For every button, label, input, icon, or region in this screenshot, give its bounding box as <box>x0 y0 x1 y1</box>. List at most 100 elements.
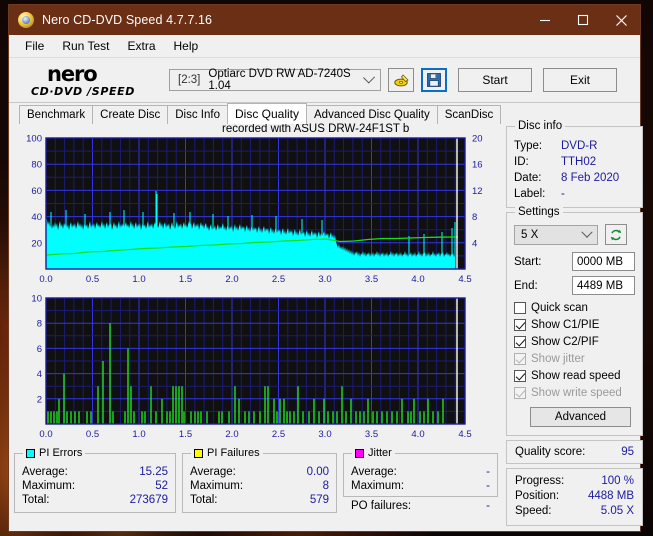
disc-label-value: - <box>561 188 565 200</box>
pi-errors-chart-svg: 100 80 60 40 20 20 16 12 8 4 0.0 0.5 1.0… <box>26 134 483 286</box>
nero-logo: nero CD·DVD ∕SPEED <box>9 61 169 98</box>
pi-errors-maximum-row: Maximum: 52 <box>22 479 168 493</box>
menu-file[interactable]: File <box>16 36 53 56</box>
pi-errors-average-label: Average: <box>22 466 68 478</box>
menu-run-test[interactable]: Run Test <box>53 36 118 56</box>
svg-text:10: 10 <box>31 294 42 305</box>
svg-text:12: 12 <box>472 186 483 197</box>
svg-text:8: 8 <box>472 212 477 223</box>
pif-y-axis-labels: 10 8 6 4 2 <box>31 294 42 406</box>
tab-scandisc[interactable]: ScanDisc <box>436 105 502 124</box>
pi-errors-total-row: Total: 273679 <box>22 493 168 507</box>
show-c1-pie-label: Show C1/PIE <box>531 319 600 331</box>
tab-disc-quality[interactable]: Disc Quality <box>227 103 308 124</box>
disc-date-label: Date: <box>514 172 542 184</box>
disc-type-label: Type: <box>514 140 543 152</box>
floppy-save-icon <box>427 73 441 87</box>
pi-failures-maximum-row: Maximum: 8 <box>190 479 329 493</box>
show-jitter-checkbox <box>514 353 526 365</box>
pi-failures-color-swatch <box>194 448 203 458</box>
show-c1-pie-checkbox[interactable] <box>514 319 526 331</box>
show-c2-pif-checkbox[interactable] <box>514 336 526 348</box>
close-icon[interactable] <box>602 5 640 35</box>
show-read-speed-checkbox[interactable] <box>514 370 526 382</box>
svg-text:0.0: 0.0 <box>39 429 52 440</box>
disc-info-title: Disc info <box>515 120 566 132</box>
jitter-average-value: - <box>486 466 490 478</box>
disc-id-row: ID: TTH02 <box>514 154 636 170</box>
svg-text:4.0: 4.0 <box>411 429 424 440</box>
svg-text:4: 4 <box>472 238 477 249</box>
svg-text:2.5: 2.5 <box>272 274 285 285</box>
disc-type-row: Type: DVD-R <box>514 138 636 154</box>
drive-index-label: [2:3] <box>178 74 201 86</box>
svg-text:2.5: 2.5 <box>272 429 285 440</box>
settings-panel: Settings 5 X Start: 0000 MB End: 4489 MB… <box>506 206 643 436</box>
refresh-button[interactable] <box>605 224 627 245</box>
settings-title: Settings <box>515 206 563 218</box>
right-y-axis-labels: 20 16 12 8 4 <box>472 134 483 250</box>
show-read-speed-checkbox-row[interactable]: Show read speed <box>514 368 635 384</box>
show-c1-pie-checkbox-row[interactable]: Show C1/PIE <box>514 317 635 333</box>
menu-extra[interactable]: Extra <box>118 36 164 56</box>
refresh-arrows-icon <box>610 229 622 240</box>
advanced-button[interactable]: Advanced <box>530 407 631 427</box>
show-write-speed-label: Show write speed <box>531 387 622 399</box>
svg-text:1.0: 1.0 <box>132 429 145 440</box>
pi-errors-average-row: Average: 15.25 <box>22 465 168 479</box>
po-failures-label: PO failures: <box>351 500 412 512</box>
pi-errors-color-swatch <box>26 448 35 458</box>
maximize-icon[interactable] <box>564 5 602 35</box>
svg-text:2: 2 <box>37 394 42 405</box>
show-write-speed-checkbox <box>514 387 526 399</box>
speed-value: 5.05 X <box>600 505 634 517</box>
pi-failures-total-value: 579 <box>309 494 329 506</box>
pi-failures-average-label: Average: <box>190 466 236 478</box>
pif-x-axis-labels: 0.0 0.5 1.0 1.5 2.0 2.5 3.0 3.5 4.0 4.5 <box>39 429 471 440</box>
disc-id-value: TTH02 <box>561 156 597 168</box>
start-field-row: Start: 0000 MB <box>514 252 635 271</box>
pi-failures-chart-svg: 10 8 6 4 2 0.0 0.5 1.0 1.5 2.0 2.5 3.0 3.5 4.0… <box>31 294 471 441</box>
quick-scan-checkbox[interactable] <box>514 302 526 314</box>
save-button[interactable] <box>421 68 447 92</box>
pi-failures-average-row: Average: 0.00 <box>190 465 329 479</box>
minimize-icon[interactable] <box>526 5 564 35</box>
end-input[interactable]: 4489 MB <box>572 276 635 295</box>
tab-disc-info[interactable]: Disc Info <box>167 105 228 124</box>
jitter-group: Jitter Average: - Maximum: - <box>343 447 498 497</box>
jitter-maximum-row: Maximum: - <box>351 479 490 493</box>
svg-text:8: 8 <box>37 319 42 330</box>
logo-wordmark: nero <box>47 61 98 86</box>
show-c2-pif-checkbox-row[interactable]: Show C2/PIF <box>514 334 635 350</box>
quick-scan-label: Quick scan <box>531 302 588 314</box>
start-button[interactable]: Start <box>458 68 532 92</box>
menu-bar: File Run Test Extra Help <box>9 35 640 58</box>
menu-help[interactable]: Help <box>165 36 208 56</box>
tab-create-disc[interactable]: Create Disc <box>92 105 169 124</box>
tab-advanced-disc-quality[interactable]: Advanced Disc Quality <box>306 105 438 124</box>
speed-row: Speed: 5.05 X <box>515 504 634 519</box>
svg-text:3.5: 3.5 <box>365 274 378 285</box>
tab-benchmark[interactable]: Benchmark <box>19 105 94 124</box>
disc-date-row: Date: 8 Feb 2020 <box>514 170 636 186</box>
quick-scan-checkbox-row[interactable]: Quick scan <box>514 300 635 316</box>
logo-subtitle: CD·DVD ∕SPEED <box>31 84 135 98</box>
chevron-down-icon <box>581 226 593 238</box>
svg-text:1.5: 1.5 <box>179 429 192 440</box>
progress-label: Progress: <box>515 475 565 487</box>
exit-button[interactable]: Exit <box>543 68 617 92</box>
quality-score-label: Quality score: <box>515 446 586 458</box>
pi-failures-average-value: 0.00 <box>306 466 329 478</box>
start-input[interactable]: 0000 MB <box>572 252 635 271</box>
pi-failures-legend: PI Failures <box>191 447 263 459</box>
position-value: 4488 MB <box>587 490 634 502</box>
svg-text:4.5: 4.5 <box>458 274 471 285</box>
disc-info-panel: Disc info Type: DVD-R ID: TTH02 Date: 8 … <box>506 120 643 208</box>
eject-disc-button[interactable] <box>388 68 414 92</box>
speed-label: Speed: <box>515 505 552 517</box>
pi-failures-title: PI Failures <box>207 447 260 459</box>
speed-select[interactable]: 5 X <box>514 224 598 245</box>
toolbar: nero CD·DVD ∕SPEED [2:3] Optiarc DVD RW … <box>9 58 640 103</box>
drive-select-combobox[interactable]: [2:3] Optiarc DVD RW AD-7240S 1.04 <box>169 68 381 92</box>
svg-text:6: 6 <box>37 344 42 355</box>
